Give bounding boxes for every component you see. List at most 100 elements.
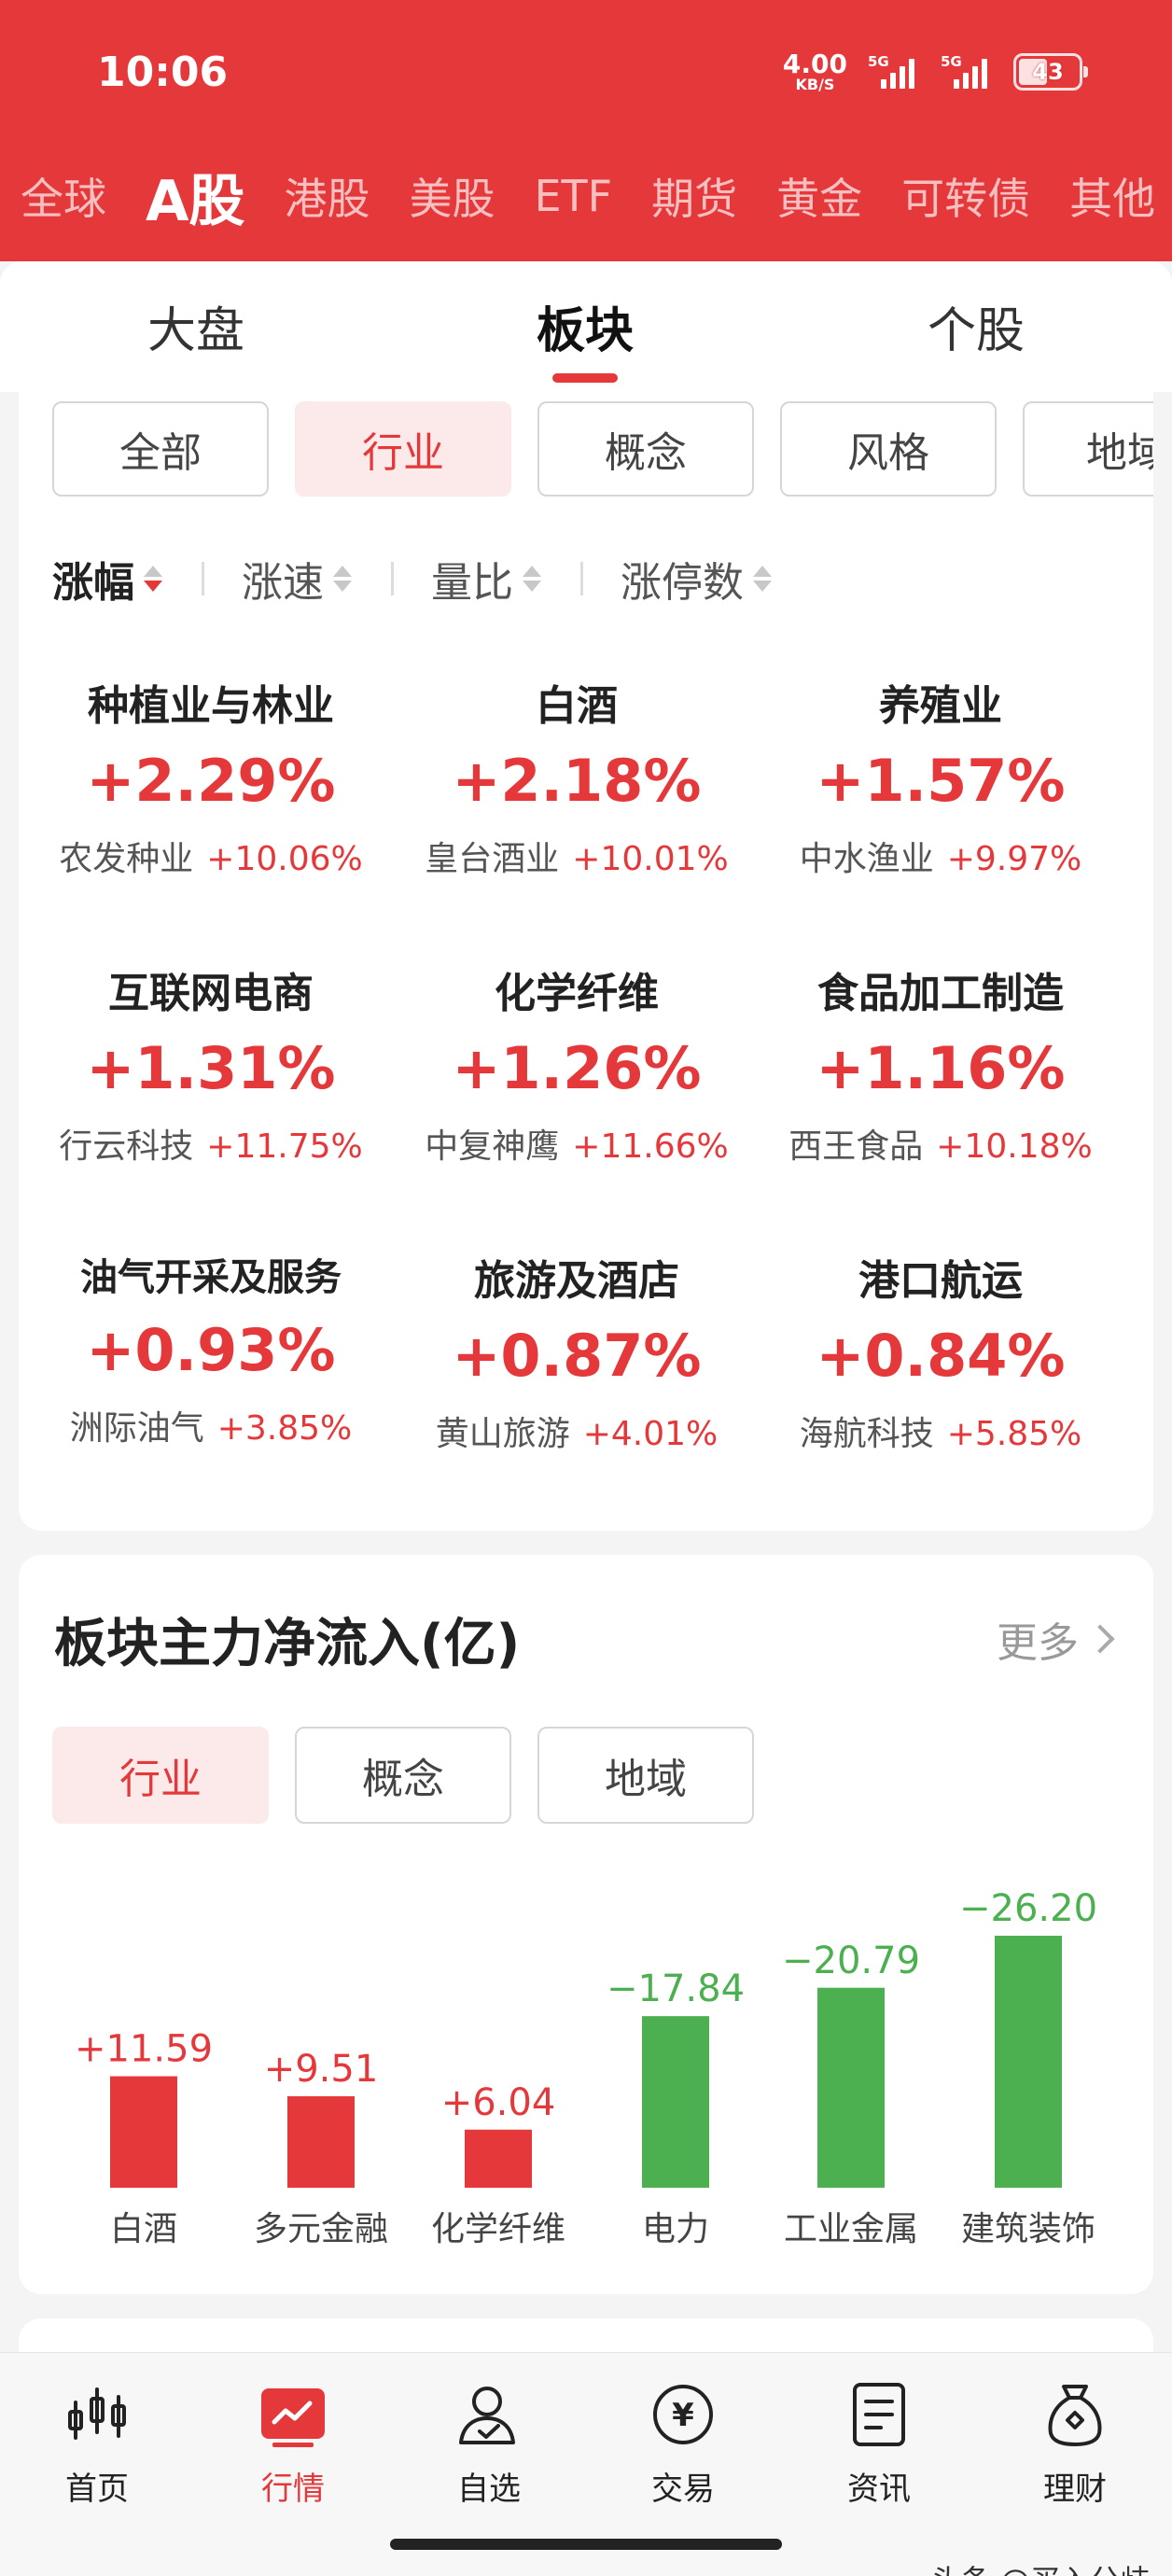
sort-volume-ratio[interactable]: 量比 <box>431 549 541 609</box>
bar-category-label: 工业金属 <box>784 2210 918 2248</box>
leading-stock: 行云科技 +11.75% <box>34 1119 388 1168</box>
market-tab[interactable]: 港股 <box>284 165 370 227</box>
inflow-bar[interactable] <box>287 2095 355 2188</box>
leading-stock-change: +3.85% <box>216 1409 353 1448</box>
inflow-bar[interactable] <box>995 1936 1062 2188</box>
leading-stock: 皇台酒业 +10.01% <box>399 832 754 880</box>
leading-stock: 洲际油气 +3.85% <box>34 1401 388 1449</box>
status-icons: 4.00 KB/S 5G 5G 43 <box>782 49 1088 95</box>
market-tab[interactable]: 其他 <box>1069 165 1155 227</box>
sort-icon <box>753 566 772 592</box>
inflow-tab-concept[interactable]: 概念 <box>295 1727 511 1824</box>
bar-value-label: +9.51 <box>264 2048 379 2091</box>
tab-gegu[interactable]: 个股 <box>928 291 1025 361</box>
active-tab-indicator <box>552 373 618 383</box>
sector-change: +1.31% <box>86 1034 336 1102</box>
chip-style[interactable]: 风格 <box>780 401 997 497</box>
leading-stock-change: +5.85% <box>946 1415 1082 1453</box>
watermark: 头条 @买入分歧 <box>931 2557 1150 2576</box>
sector-card[interactable]: 养殖业 +1.57% 中水渔业 +9.97% <box>763 672 1118 880</box>
leading-stock: 黄山旅游 +4.01% <box>399 1407 754 1455</box>
sort-limit-up-count[interactable]: 涨停数 <box>621 549 772 609</box>
user-star-icon <box>453 2379 524 2450</box>
leading-stock-change: +10.06% <box>206 840 363 878</box>
leading-stock: 西王食品 +10.18% <box>763 1119 1118 1168</box>
inflow-bar[interactable] <box>817 1987 885 2188</box>
sector-name: 化学纤维 <box>495 970 659 1017</box>
nav-home[interactable]: 首页 <box>13 2379 181 2509</box>
leading-stock-name: 农发种业 <box>59 840 194 878</box>
sector-name: 港口航运 <box>858 1257 1023 1305</box>
sector-card[interactable]: 互联网电商 +1.31% 行云科技 +11.75% <box>34 959 388 1168</box>
leading-stock-name: 中水渔业 <box>799 840 934 878</box>
sector-card[interactable]: 港口航运 +0.84% 海航科技 +5.85% <box>763 1247 1118 1455</box>
nav-market[interactable]: 行情 <box>209 2379 377 2509</box>
chip-all[interactable]: 全部 <box>52 401 269 497</box>
money-bag-icon <box>1039 2379 1110 2450</box>
leading-stock: 中水渔业 +9.97% <box>763 832 1118 880</box>
svg-text:¥: ¥ <box>672 2397 694 2434</box>
sector-card[interactable]: 白酒 +2.18% 皇台酒业 +10.01% <box>399 672 754 880</box>
more-link[interactable]: 更多 <box>997 1609 1115 1669</box>
sector-card[interactable]: 种植业与林业 +2.29% 农发种业 +10.06% <box>34 672 388 880</box>
net-inflow-panel: 板块主力净流入(亿) 更多 行业 概念 地域 +11.59 白酒 +9.51 多元金融… <box>19 1555 1153 2294</box>
leading-stock-change: +10.01% <box>572 840 729 878</box>
sector-card[interactable]: 旅游及酒店 +0.87% 黄山旅游 +4.01% <box>399 1247 754 1455</box>
chip-industry[interactable]: 行业 <box>295 401 511 497</box>
sector-name: 养殖业 <box>879 682 1002 730</box>
sector-change: +1.57% <box>816 747 1066 815</box>
sector-card[interactable]: 化学纤维 +1.26% 中复神鹰 +11.66% <box>399 959 754 1168</box>
market-tab[interactable]: 可转债 <box>901 165 1030 227</box>
nav-news[interactable]: 资讯 <box>795 2379 963 2509</box>
divider <box>202 562 204 595</box>
nav-watchlist[interactable]: 自选 <box>405 2379 573 2509</box>
leading-stock: 海航科技 +5.85% <box>763 1407 1118 1455</box>
leading-stock-change: +10.18% <box>936 1127 1093 1166</box>
market-tab[interactable]: 美股 <box>409 165 495 227</box>
leading-stock-change: +11.66% <box>572 1127 729 1166</box>
sort-speed[interactable]: 涨速 <box>242 549 352 609</box>
sort-gain[interactable]: 涨幅 <box>52 549 162 609</box>
inflow-bar[interactable] <box>110 2076 177 2188</box>
sort-icon <box>333 566 352 592</box>
market-tab[interactable]: 期货 <box>651 165 737 227</box>
tab-dapan[interactable]: 大盘 <box>147 291 244 361</box>
chip-concept[interactable]: 概念 <box>537 401 754 497</box>
sector-name: 油气开采及服务 <box>80 1256 342 1299</box>
bar-category-label: 建筑装饰 <box>961 2210 1095 2248</box>
inflow-tab-industry[interactable]: 行业 <box>52 1727 269 1824</box>
market-tab[interactable]: 全球 <box>21 165 106 227</box>
inflow-bar[interactable] <box>465 2129 532 2188</box>
sector-card[interactable]: 食品加工制造 +1.16% 西王食品 +10.18% <box>763 959 1118 1168</box>
signal-icon: 5G <box>941 53 993 89</box>
inflow-tab-region[interactable]: 地域 <box>537 1727 754 1824</box>
inflow-bar[interactable] <box>642 2016 709 2188</box>
sector-change: +0.84% <box>816 1322 1066 1390</box>
net-speed: 4.00 KB/S <box>782 49 847 93</box>
leading-stock-change: +4.01% <box>582 1415 719 1453</box>
leading-stock-name: 中复神鹰 <box>425 1127 560 1166</box>
filter-chips: 全部 行业 概念 风格 地域 <box>52 401 1153 498</box>
nav-wealth[interactable]: 理财 <box>991 2379 1159 2509</box>
sort-icon <box>523 566 541 592</box>
leading-stock-change: +11.75% <box>206 1127 363 1166</box>
candlestick-icon <box>62 2379 133 2450</box>
bar-category-label: 化学纤维 <box>431 2210 565 2248</box>
bar-value-label: −20.79 <box>782 1939 920 1982</box>
market-tab[interactable]: ETF <box>534 171 612 221</box>
status-bar: 10:06 4.00 KB/S 5G 5G 43 <box>0 0 1172 149</box>
nav-trade[interactable]: ¥ 交易 <box>599 2379 767 2509</box>
sector-name: 白酒 <box>536 682 618 730</box>
sector-card[interactable]: 油气开采及服务 +0.93% 洲际油气 +3.85% <box>34 1247 388 1449</box>
market-tab[interactable]: 黄金 <box>776 165 862 227</box>
tab-bankuai[interactable]: 板块 <box>537 291 634 361</box>
sector-ranking-panel: 全部 行业 概念 风格 地域 涨幅 涨速 量比 涨停数 种植业与林业 +2.29%… <box>19 392 1153 1531</box>
market-tab[interactable]: A股 <box>146 159 244 234</box>
sector-change: +0.93% <box>86 1316 336 1384</box>
app-header: 10:06 4.00 KB/S 5G 5G 43 全球 A股 港股 美股 ETF 期货 黄金… <box>0 0 1172 261</box>
sector-name: 种植业与林业 <box>88 682 334 730</box>
chip-region[interactable]: 地域 <box>1023 401 1153 497</box>
leading-stock-name: 洲际油气 <box>69 1409 204 1448</box>
leading-stock-name: 黄山旅游 <box>435 1415 570 1453</box>
home-indicator[interactable] <box>390 2539 782 2550</box>
